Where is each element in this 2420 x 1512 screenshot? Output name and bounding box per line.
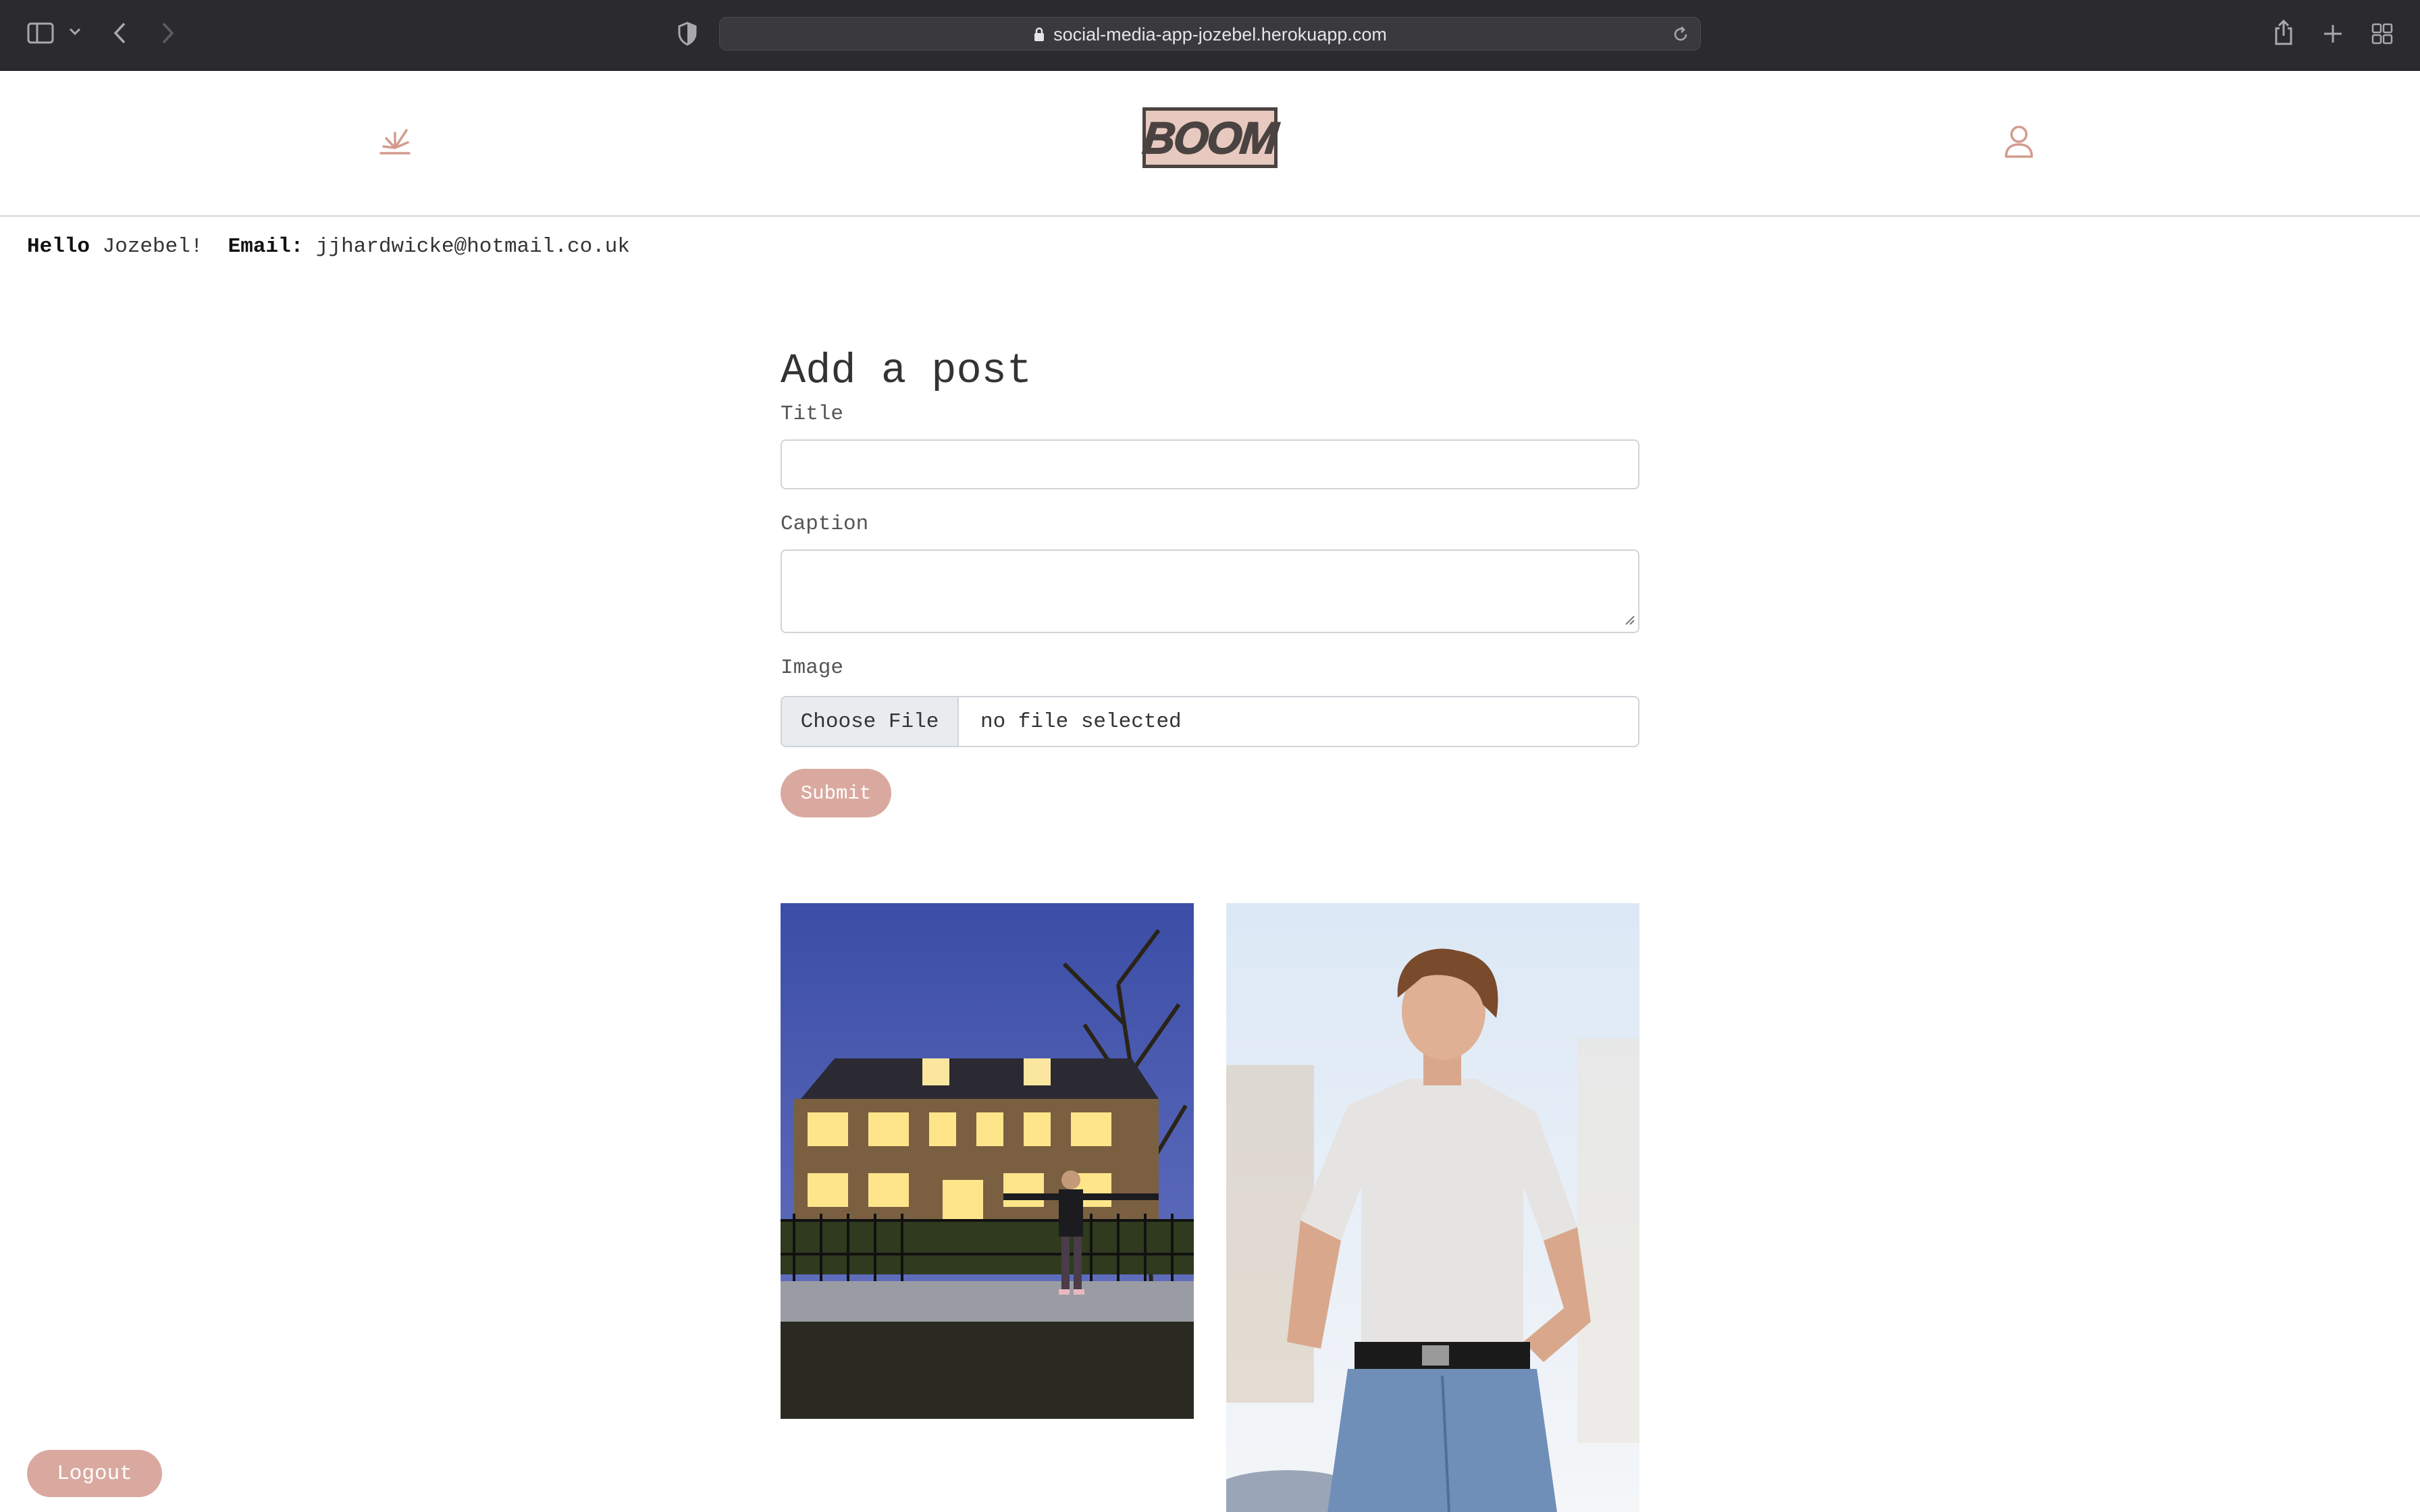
- email-label: Email:: [228, 235, 304, 259]
- caption-textarea[interactable]: [781, 549, 1639, 633]
- image-label: Image: [781, 656, 844, 680]
- post-image-man[interactable]: [1226, 903, 1639, 1512]
- user-email: jjhardwicke@hotmail.co.uk: [315, 235, 630, 259]
- submit-button[interactable]: Submit: [781, 769, 891, 817]
- title-label: Title: [781, 402, 844, 426]
- boom-logo[interactable]: BOOM: [1140, 107, 1280, 168]
- hello-label: Hello: [27, 235, 90, 259]
- tab-overview-icon[interactable]: [2371, 23, 2393, 45]
- caption-label: Caption: [781, 512, 869, 536]
- logout-button[interactable]: Logout: [27, 1450, 162, 1497]
- user-profile-icon[interactable]: [2004, 125, 2034, 162]
- image-file-input[interactable]: Choose File no file selected: [781, 696, 1639, 747]
- back-icon[interactable]: [112, 22, 127, 45]
- url-text: social-media-app-jozebel.herokuapp.com: [1053, 24, 1387, 45]
- lock-icon: [1033, 26, 1045, 43]
- logo-text: BOOM: [1140, 112, 1280, 163]
- resize-handle-icon[interactable]: [1623, 614, 1635, 629]
- sidebar-toggle-icon[interactable]: [27, 22, 54, 45]
- chevron-down-icon[interactable]: [69, 27, 81, 36]
- file-status: no file selected: [980, 709, 1182, 734]
- app-navbar: BOOM: [0, 71, 2420, 217]
- address-bar[interactable]: social-media-app-jozebel.herokuapp.com: [719, 17, 1701, 51]
- privacy-shield-icon[interactable]: [677, 22, 698, 46]
- home-sunburst-icon[interactable]: [378, 125, 412, 159]
- post-image-house[interactable]: [781, 903, 1194, 1419]
- reload-icon[interactable]: [1672, 26, 1689, 43]
- forward-icon[interactable]: [161, 22, 176, 45]
- title-input[interactable]: [781, 439, 1639, 489]
- user-greeting: Hello Jozebel! Email: jjhardwicke@hotmai…: [27, 235, 630, 259]
- user-name: Jozebel!: [102, 235, 203, 259]
- browser-toolbar: social-media-app-jozebel.herokuapp.com: [0, 0, 2420, 71]
- form-heading: Add a post: [781, 347, 1032, 395]
- share-icon[interactable]: [2273, 19, 2294, 46]
- choose-file-button[interactable]: Choose File: [782, 697, 959, 746]
- add-post-form: Add a post Title Caption Image Choose Fi…: [781, 347, 1639, 817]
- new-tab-icon[interactable]: [2323, 24, 2343, 44]
